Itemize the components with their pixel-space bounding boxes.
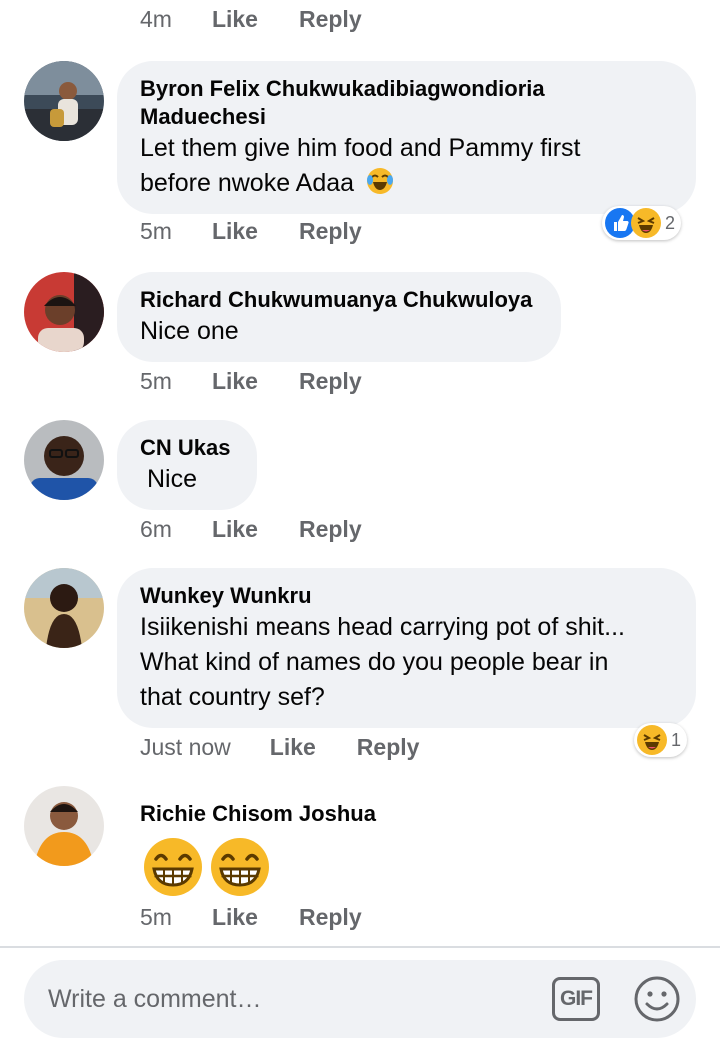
gif-button[interactable]: GIF xyxy=(552,977,600,1021)
comment-actions: 5m Like Reply xyxy=(140,904,362,931)
grinning-emoji-icon xyxy=(211,838,269,896)
reply-button[interactable]: Reply xyxy=(299,6,362,33)
comment-time: 5m xyxy=(140,218,172,244)
text-line: What kind of names do you people bear in xyxy=(140,648,609,676)
text-line: before nwoke Adaa xyxy=(140,166,672,201)
haha-reaction-icon xyxy=(637,725,667,755)
comment-time: 4m xyxy=(140,6,172,32)
comment-composer: GIF xyxy=(24,960,696,1038)
reply-button[interactable]: Reply xyxy=(299,516,362,543)
comment-bubble: CN Ukas Nice xyxy=(117,420,257,510)
author-line: Byron Felix Chukwukadibiagwondioria xyxy=(140,76,545,101)
comment-actions: 6m Like Reply xyxy=(140,516,362,543)
comment-text: Nice xyxy=(147,465,198,493)
comment-time: 5m xyxy=(140,904,172,930)
divider xyxy=(0,946,720,948)
comment-author[interactable]: Richie Chisom Joshua xyxy=(140,800,493,828)
text-line: Let them give him food and Pammy first xyxy=(140,134,581,162)
text-fragment: before nwoke Adaa xyxy=(140,169,355,197)
haha-reaction-icon xyxy=(631,208,661,238)
reply-button[interactable]: Reply xyxy=(299,218,362,245)
comment-bubble: Byron Felix Chukwukadibiagwondioria Madu… xyxy=(117,61,696,214)
comment-bubble: Richard Chukwumuanya Chukwuloya Nice one xyxy=(117,272,561,362)
like-button[interactable]: Like xyxy=(212,904,258,931)
comment-author[interactable]: Richard Chukwumuanya Chukwuloya xyxy=(140,286,537,314)
comment-author[interactable]: Byron Felix Chukwukadibiagwondioria Madu… xyxy=(140,75,672,131)
comment-actions: 4m Like Reply xyxy=(140,6,362,33)
comments-page: 4m Like Reply Byron Felix Chukwukadibiag… xyxy=(0,0,720,1043)
comment-bubble: Wunkey Wunkru Isiikenishi means head car… xyxy=(117,568,696,728)
grinning-emoji-icon xyxy=(144,838,202,896)
comment-time: 6m xyxy=(140,516,172,542)
reaction-count: 2 xyxy=(665,212,676,233)
comment-text: Nice one xyxy=(140,317,239,345)
reply-button[interactable]: Reply xyxy=(299,904,362,931)
comment-author[interactable]: CN Ukas xyxy=(140,434,233,462)
comment-actions: Just now Like Reply xyxy=(140,734,419,761)
comment-bubble: Richie Chisom Joshua xyxy=(117,786,517,896)
reply-button[interactable]: Reply xyxy=(299,368,362,395)
reaction-summary[interactable]: 1 xyxy=(634,723,688,757)
comment-text: Isiikenishi means head carrying pot of s… xyxy=(140,610,672,715)
avatar[interactable] xyxy=(24,272,104,352)
author-line: Maduechesi xyxy=(140,104,266,129)
comment-actions: 5m Like Reply xyxy=(140,218,362,245)
comment-emoji-content xyxy=(142,836,493,898)
comment-actions: 5m Like Reply xyxy=(140,368,362,395)
like-button[interactable]: Like xyxy=(270,734,316,761)
comment-input[interactable] xyxy=(48,980,528,1018)
comment-time: 5m xyxy=(140,368,172,394)
reaction-summary[interactable]: 2 xyxy=(602,206,682,240)
text-line: Isiikenishi means head carrying pot of s… xyxy=(140,613,625,641)
avatar[interactable] xyxy=(24,568,104,648)
avatar[interactable] xyxy=(24,786,104,866)
like-button[interactable]: Like xyxy=(212,6,258,33)
like-button[interactable]: Like xyxy=(212,368,258,395)
comment-text: Let them give him food and Pammy first b… xyxy=(140,131,672,201)
comment-time: Just now xyxy=(140,734,231,760)
comment-author[interactable]: Wunkey Wunkru xyxy=(140,582,672,610)
reply-button[interactable]: Reply xyxy=(357,734,420,761)
avatar[interactable] xyxy=(24,420,104,500)
tears-of-joy-emoji-icon xyxy=(367,168,394,194)
text-line: that country sef? xyxy=(140,683,325,711)
like-button[interactable]: Like xyxy=(212,218,258,245)
smiley-icon[interactable] xyxy=(632,974,682,1024)
like-button[interactable]: Like xyxy=(212,516,258,543)
reaction-count: 1 xyxy=(671,729,682,750)
avatar[interactable] xyxy=(24,61,104,141)
